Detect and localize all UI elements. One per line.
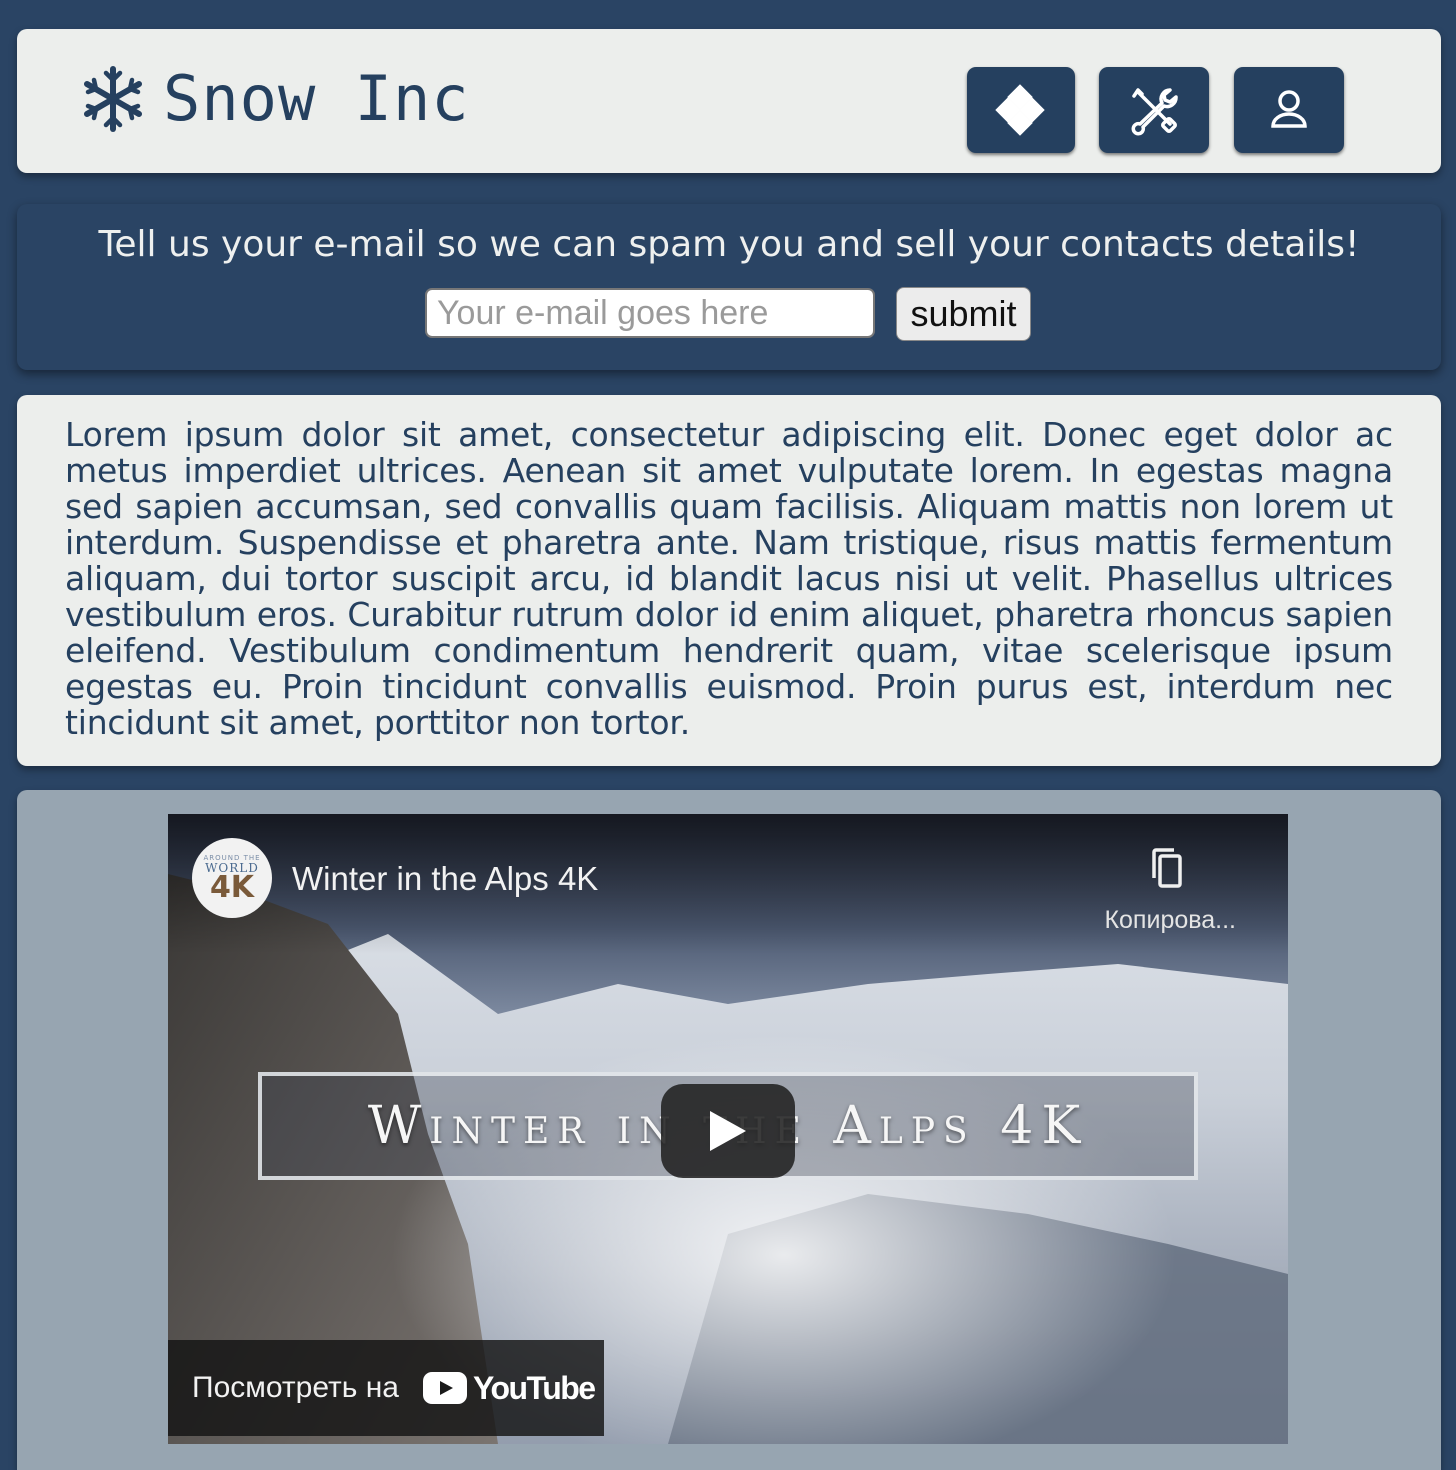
copy-link-label[interactable]: Копирова... <box>1104 906 1236 935</box>
channel-avatar-4k-text: 4K <box>209 870 255 905</box>
nav-button-tools[interactable] <box>1099 67 1209 153</box>
snowflake-icon <box>84 66 142 132</box>
watch-on-youtube-bar[interactable]: Посмотреть на YouTube <box>168 1340 604 1436</box>
nav-button-user[interactable] <box>1234 67 1344 153</box>
tools-icon <box>1131 88 1178 136</box>
play-icon <box>710 1111 746 1151</box>
video-section: AROUND THE WORLD 4K Winter in the Alps 4… <box>17 790 1441 1470</box>
watch-on-label: Посмотреть на <box>192 1371 399 1404</box>
play-button[interactable] <box>661 1084 795 1178</box>
brand-name: Snow Inc <box>163 62 470 135</box>
youtube-play-icon <box>422 1372 467 1404</box>
email-field[interactable] <box>425 288 875 338</box>
diamond-icon <box>995 84 1045 136</box>
user-icon <box>1271 90 1307 128</box>
submit-button[interactable]: submit <box>896 287 1031 341</box>
youtube-embed[interactable]: AROUND THE WORLD 4K Winter in the Alps 4… <box>168 814 1288 1444</box>
newsletter-section: Tell us your e-mail so we can spam you a… <box>17 204 1441 370</box>
video-title-link[interactable]: Winter in the Alps 4K <box>292 860 598 898</box>
youtube-logo: YouTube <box>422 1369 596 1407</box>
site-header: Snow Inc <box>17 29 1441 173</box>
brand-logo[interactable]: Snow Inc <box>79 65 470 133</box>
youtube-wordmark: YouTube <box>472 1369 596 1406</box>
copy-icon[interactable] <box>1142 844 1192 894</box>
channel-avatar[interactable]: AROUND THE WORLD 4K <box>192 838 272 918</box>
newsletter-text: Tell us your e-mail so we can spam you a… <box>98 224 1360 265</box>
content-paragraph: Lorem ipsum dolor sit amet, consectetur … <box>65 415 1393 742</box>
nav-button-diamond[interactable] <box>967 67 1075 153</box>
content-section: Lorem ipsum dolor sit amet, consectetur … <box>17 395 1441 766</box>
